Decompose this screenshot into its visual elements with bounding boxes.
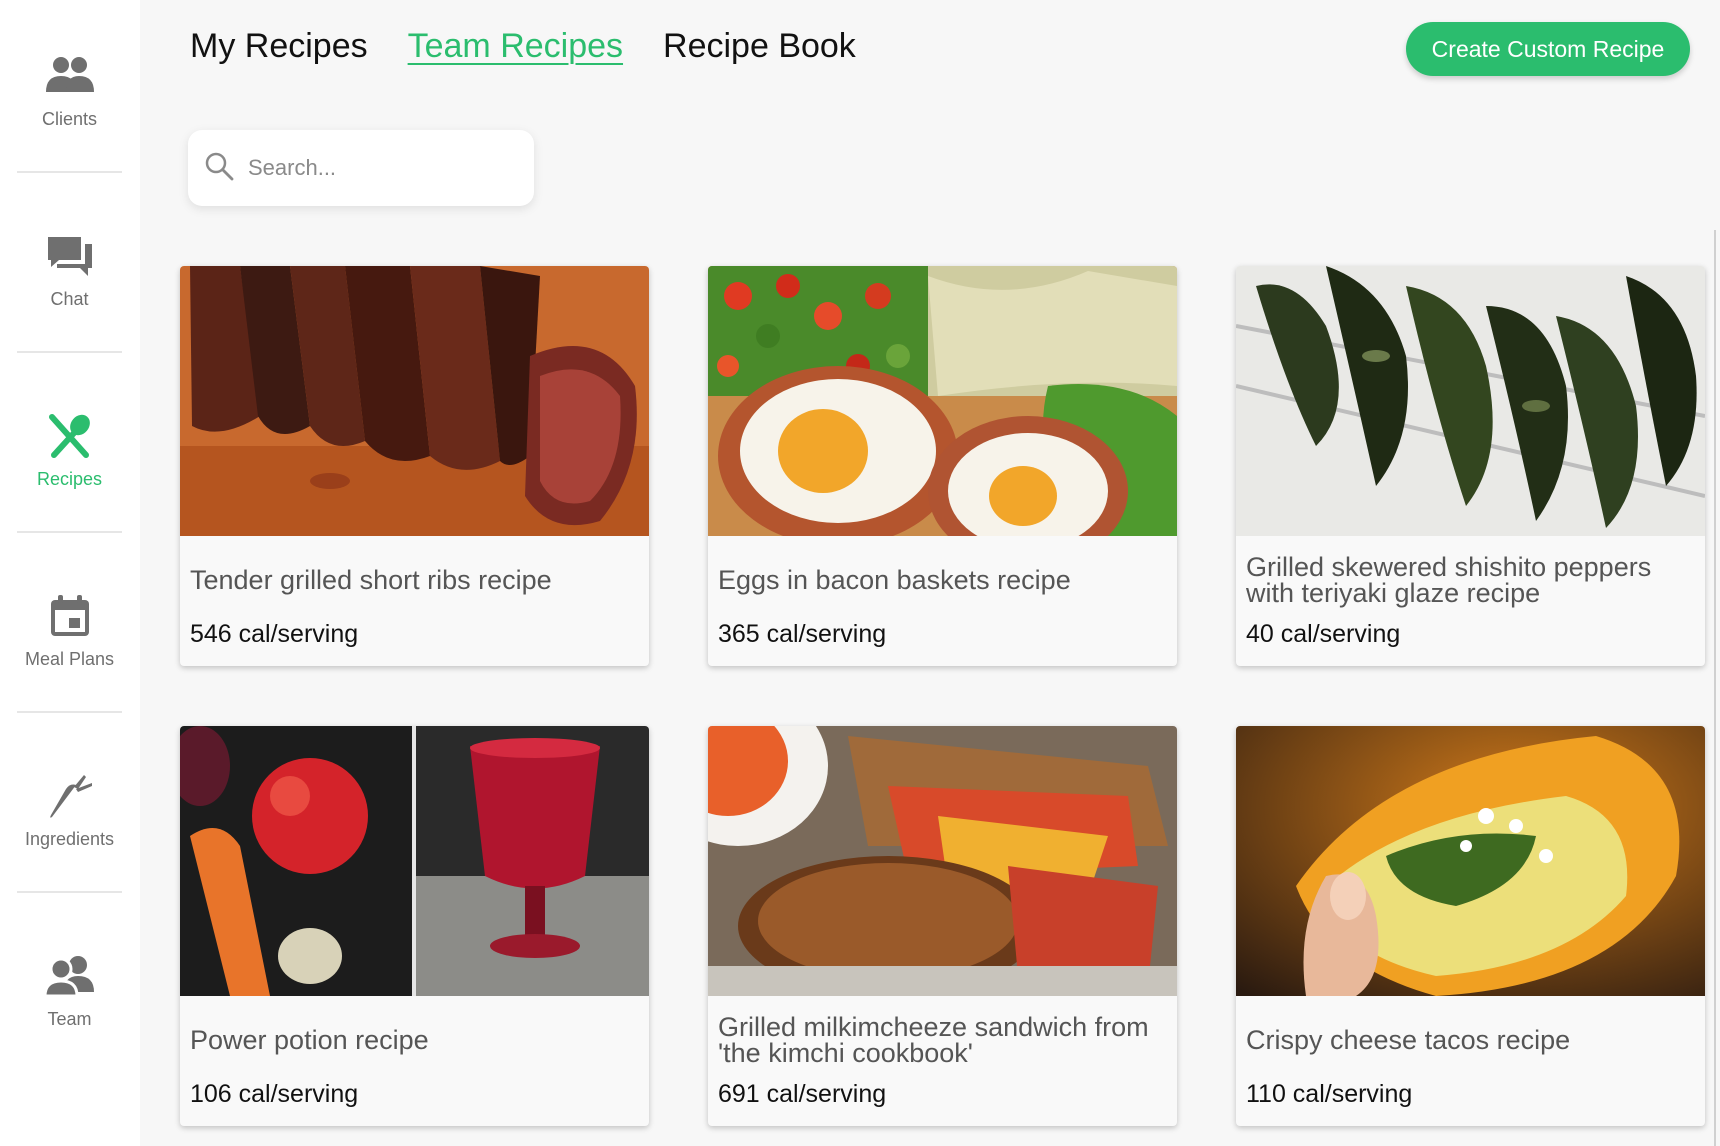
scrollbar[interactable]: [1714, 230, 1716, 1146]
recipe-card[interactable]: Tender grilled short ribs recipe 546 cal…: [180, 266, 649, 666]
recipe-calories: 365 cal/serving: [718, 620, 887, 648]
tab-my-recipes[interactable]: My Recipes: [190, 22, 368, 70]
recipe-image: [1236, 266, 1705, 536]
chat-icon: [42, 231, 98, 281]
recipe-calories: 546 cal/serving: [190, 620, 359, 648]
sidebar-item-chat[interactable]: Chat: [17, 180, 122, 360]
sidebar-item-ingredients[interactable]: Ingredients: [17, 720, 122, 900]
recipe-image: [708, 266, 1177, 536]
sidebar-item-label: Team: [47, 1008, 92, 1029]
divider: [17, 711, 122, 713]
recipe-calories: 40 cal/serving: [1246, 620, 1401, 648]
team-icon: [42, 951, 98, 1001]
sidebar-item-label: Ingredients: [24, 828, 115, 849]
recipe-title: Power potion recipe: [190, 1025, 429, 1055]
sidebar: Clients Chat Recipes Meal Plans Ingredie…: [0, 0, 140, 1146]
recipe-title: Crispy cheese tacos recipe: [1246, 1025, 1571, 1055]
recipe-calories: 106 cal/serving: [190, 1080, 359, 1108]
recipe-card[interactable]: Crispy cheese tacos recipe 110 cal/servi…: [1236, 726, 1705, 1126]
divider: [17, 351, 122, 353]
divider: [17, 531, 122, 533]
recipe-image: [180, 266, 649, 536]
tab-team-recipes[interactable]: Team Recipes: [408, 22, 623, 70]
recipe-calories: 110 cal/serving: [1246, 1080, 1413, 1108]
recipe-image: [1236, 726, 1705, 996]
recipes-icon: [42, 411, 98, 461]
divider: [17, 171, 122, 173]
carrot-icon: [42, 771, 98, 821]
search-icon: [204, 151, 234, 186]
sidebar-item-label: Chat: [50, 288, 89, 309]
sidebar-item-label: Meal Plans: [24, 648, 115, 669]
recipe-card[interactable]: Grilled milkimcheeze sandwich from 'the …: [708, 726, 1177, 1126]
sidebar-item-label: Clients: [41, 108, 98, 129]
recipe-image: [708, 726, 1177, 996]
sidebar-item-clients[interactable]: Clients: [17, 0, 122, 180]
recipe-tabs: My Recipes Team Recipes Recipe Book: [190, 22, 856, 70]
recipe-calories: 691 cal/serving: [718, 1080, 887, 1108]
recipe-title: Tender grilled short ribs recipe: [190, 565, 552, 595]
recipe-title: Eggs in bacon baskets recipe: [718, 565, 1071, 595]
calendar-icon: [42, 591, 98, 641]
recipe-image: [180, 726, 649, 996]
recipe-card[interactable]: Grilled skewered shishito peppers with t…: [1236, 266, 1705, 666]
recipe-title: Grilled milkimcheeze sandwich from 'the …: [718, 1012, 1149, 1068]
clients-icon: [42, 51, 98, 101]
sidebar-item-meal-plans[interactable]: Meal Plans: [17, 540, 122, 720]
search-input[interactable]: [248, 155, 508, 181]
divider: [17, 891, 122, 893]
recipe-card[interactable]: Eggs in bacon baskets recipe 365 cal/ser…: [708, 266, 1177, 666]
sidebar-item-label: Recipes: [36, 468, 103, 489]
recipe-title: Grilled skewered shishito peppers with t…: [1246, 552, 1652, 608]
search-box: [188, 130, 534, 206]
sidebar-item-team[interactable]: Team: [17, 900, 122, 1080]
recipe-card[interactable]: Power potion recipe 106 cal/serving: [180, 726, 649, 1126]
tab-recipe-book[interactable]: Recipe Book: [663, 22, 856, 70]
sidebar-item-recipes[interactable]: Recipes: [17, 360, 122, 540]
create-custom-recipe-button[interactable]: Create Custom Recipe: [1406, 22, 1690, 76]
